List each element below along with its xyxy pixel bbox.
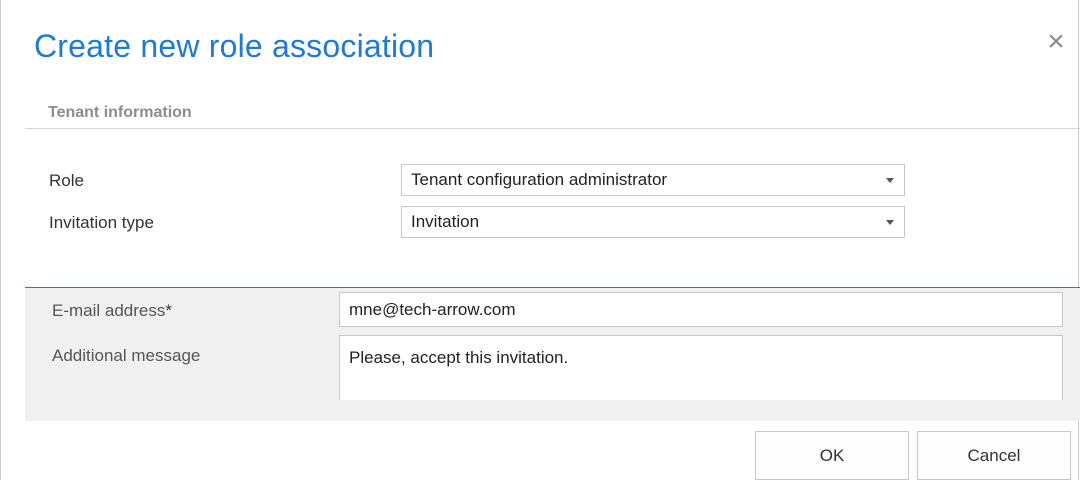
tenant-information-heading: Tenant information xyxy=(48,104,192,121)
create-role-association-dialog: Create new role association × Tenant inf… xyxy=(0,0,1080,480)
email-label: E-mail address* xyxy=(52,301,172,321)
invitation-type-select[interactable]: Invitation xyxy=(401,206,905,238)
role-select[interactable]: Tenant configuration administrator xyxy=(401,164,905,196)
chevron-down-icon xyxy=(886,178,894,183)
chevron-down-icon xyxy=(886,220,894,225)
required-marker: * xyxy=(165,301,172,320)
section-divider xyxy=(25,128,1080,129)
cancel-button[interactable]: Cancel xyxy=(917,431,1071,480)
additional-message-textarea[interactable]: Please, accept this invitation. xyxy=(339,335,1063,400)
email-field[interactable]: mne@tech-arrow.com xyxy=(339,292,1063,327)
close-icon[interactable]: × xyxy=(1044,27,1068,57)
invitation-type-label: Invitation type xyxy=(49,213,154,232)
ok-button[interactable]: OK xyxy=(755,431,909,480)
dialog-title: Create new role association xyxy=(34,28,435,64)
role-label: Role xyxy=(49,171,84,190)
role-select-value: Tenant configuration administrator xyxy=(411,170,668,189)
email-label-text: E-mail address xyxy=(52,301,166,320)
additional-message-label: Additional message xyxy=(52,346,201,365)
invitation-type-select-value: Invitation xyxy=(411,212,480,231)
